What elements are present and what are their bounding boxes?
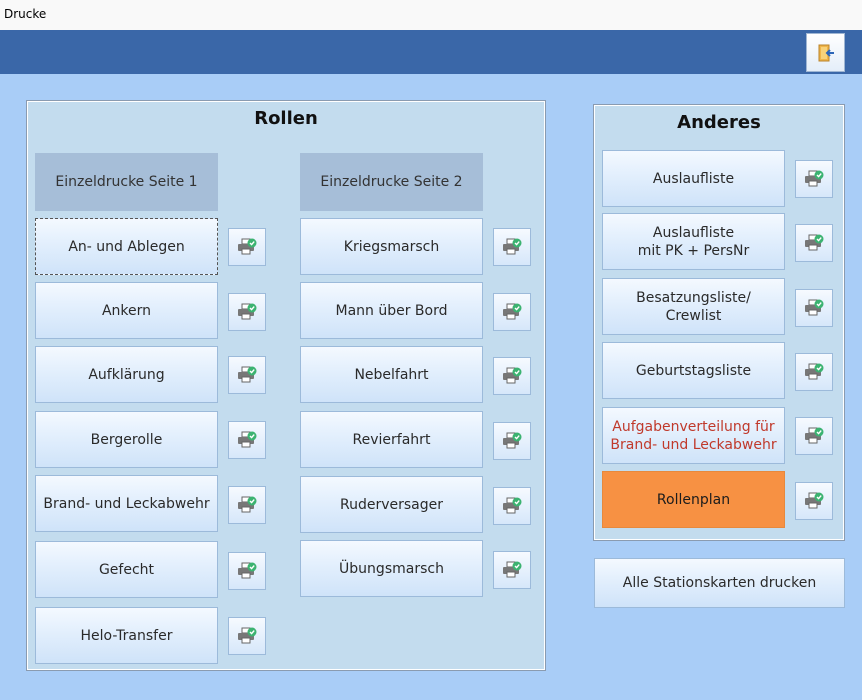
aufgabenverteilung-button[interactable]: Aufgabenverteilung für Brand- und Leckab…: [602, 407, 785, 464]
besatzungsliste-button[interactable]: Besatzungsliste/ Crewlist: [602, 278, 785, 335]
ruderversager-button[interactable]: Ruderversager: [300, 476, 483, 533]
revierfahrt-button[interactable]: Revierfahrt: [300, 411, 483, 468]
print-bergerolle-button[interactable]: [228, 421, 266, 459]
print-geburtstagsliste-button[interactable]: [795, 353, 833, 391]
header-band: [0, 30, 862, 74]
printer-check-icon: [805, 492, 824, 509]
printer-check-icon: [805, 427, 824, 444]
printer-check-icon: [805, 170, 824, 187]
exit-door-icon: [818, 44, 834, 61]
printer-check-icon: [238, 496, 257, 513]
printer-check-icon: [238, 238, 257, 255]
print-aufgabenverteilung-button[interactable]: [795, 417, 833, 455]
print-helo-transfer-button[interactable]: [228, 617, 266, 655]
window-title: Drucke: [0, 0, 862, 30]
alle-stationskarten-drucken-button[interactable]: Alle Stationskarten drucken: [594, 558, 845, 608]
print-aufklaerung-button[interactable]: [228, 356, 266, 394]
printer-check-icon: [805, 234, 824, 251]
printer-check-icon: [238, 366, 257, 383]
rollen-title: Rollen: [254, 108, 318, 129]
printer-check-icon: [503, 367, 522, 384]
printer-check-icon: [238, 431, 257, 448]
auslaufliste-button[interactable]: Auslaufliste: [602, 150, 785, 207]
helo-transfer-button[interactable]: Helo-Transfer: [35, 607, 218, 664]
nebelfahrt-button[interactable]: Nebelfahrt: [300, 346, 483, 403]
print-an-und-ablegen-button[interactable]: [228, 228, 266, 266]
print-auslaufliste-pk-persnr-button[interactable]: [795, 224, 833, 262]
print-revierfahrt-button[interactable]: [493, 422, 531, 460]
geburtstagsliste-button[interactable]: Geburtstagsliste: [602, 342, 785, 399]
aufklaerung-button[interactable]: Aufklärung: [35, 346, 218, 403]
printer-check-icon: [503, 432, 522, 449]
gefecht-button[interactable]: Gefecht: [35, 541, 218, 598]
kriegsmarsch-button[interactable]: Kriegsmarsch: [300, 218, 483, 275]
mann-ueber-bord-button[interactable]: Mann über Bord: [300, 282, 483, 339]
printer-check-icon: [238, 627, 257, 644]
printer-check-icon: [805, 299, 824, 316]
print-mann-ueber-bord-button[interactable]: [493, 293, 531, 331]
print-besatzungsliste-button[interactable]: [795, 289, 833, 327]
printer-check-icon: [805, 363, 824, 380]
printer-check-icon: [503, 238, 522, 255]
print-gefecht-button[interactable]: [228, 552, 266, 590]
printer-check-icon: [503, 303, 522, 320]
anderes-title: Anderes: [677, 112, 761, 133]
uebungsmarsch-button[interactable]: Übungsmarsch: [300, 540, 483, 597]
print-ankern-button[interactable]: [228, 293, 266, 331]
print-rollenplan-button[interactable]: [795, 482, 833, 520]
print-uebungsmarsch-button[interactable]: [493, 551, 531, 589]
print-nebelfahrt-button[interactable]: [493, 357, 531, 395]
rollenplan-button[interactable]: Rollenplan: [602, 471, 785, 528]
bergerolle-button[interactable]: Bergerolle: [35, 411, 218, 468]
auslaufliste-pk-persnr-button[interactable]: Auslaufliste mit PK + PersNr: [602, 213, 785, 270]
ankern-button[interactable]: Ankern: [35, 282, 218, 339]
printer-check-icon: [503, 497, 522, 514]
print-ruderversager-button[interactable]: [493, 487, 531, 525]
print-kriegsmarsch-button[interactable]: [493, 228, 531, 266]
printer-check-icon: [503, 561, 522, 578]
printer-check-icon: [238, 303, 257, 320]
einzeldrucke-seite-1-header: Einzeldrucke Seite 1: [35, 153, 218, 211]
print-brand-und-leckabwehr-button[interactable]: [228, 486, 266, 524]
an-und-ablegen-button[interactable]: An- und Ablegen: [35, 218, 218, 275]
print-auslaufliste-button[interactable]: [795, 160, 833, 198]
brand-und-leckabwehr-button[interactable]: Brand- und Leckabwehr: [35, 475, 218, 532]
printer-check-icon: [238, 562, 257, 579]
exit-button[interactable]: [806, 33, 845, 72]
einzeldrucke-seite-2-header: Einzeldrucke Seite 2: [300, 153, 483, 211]
